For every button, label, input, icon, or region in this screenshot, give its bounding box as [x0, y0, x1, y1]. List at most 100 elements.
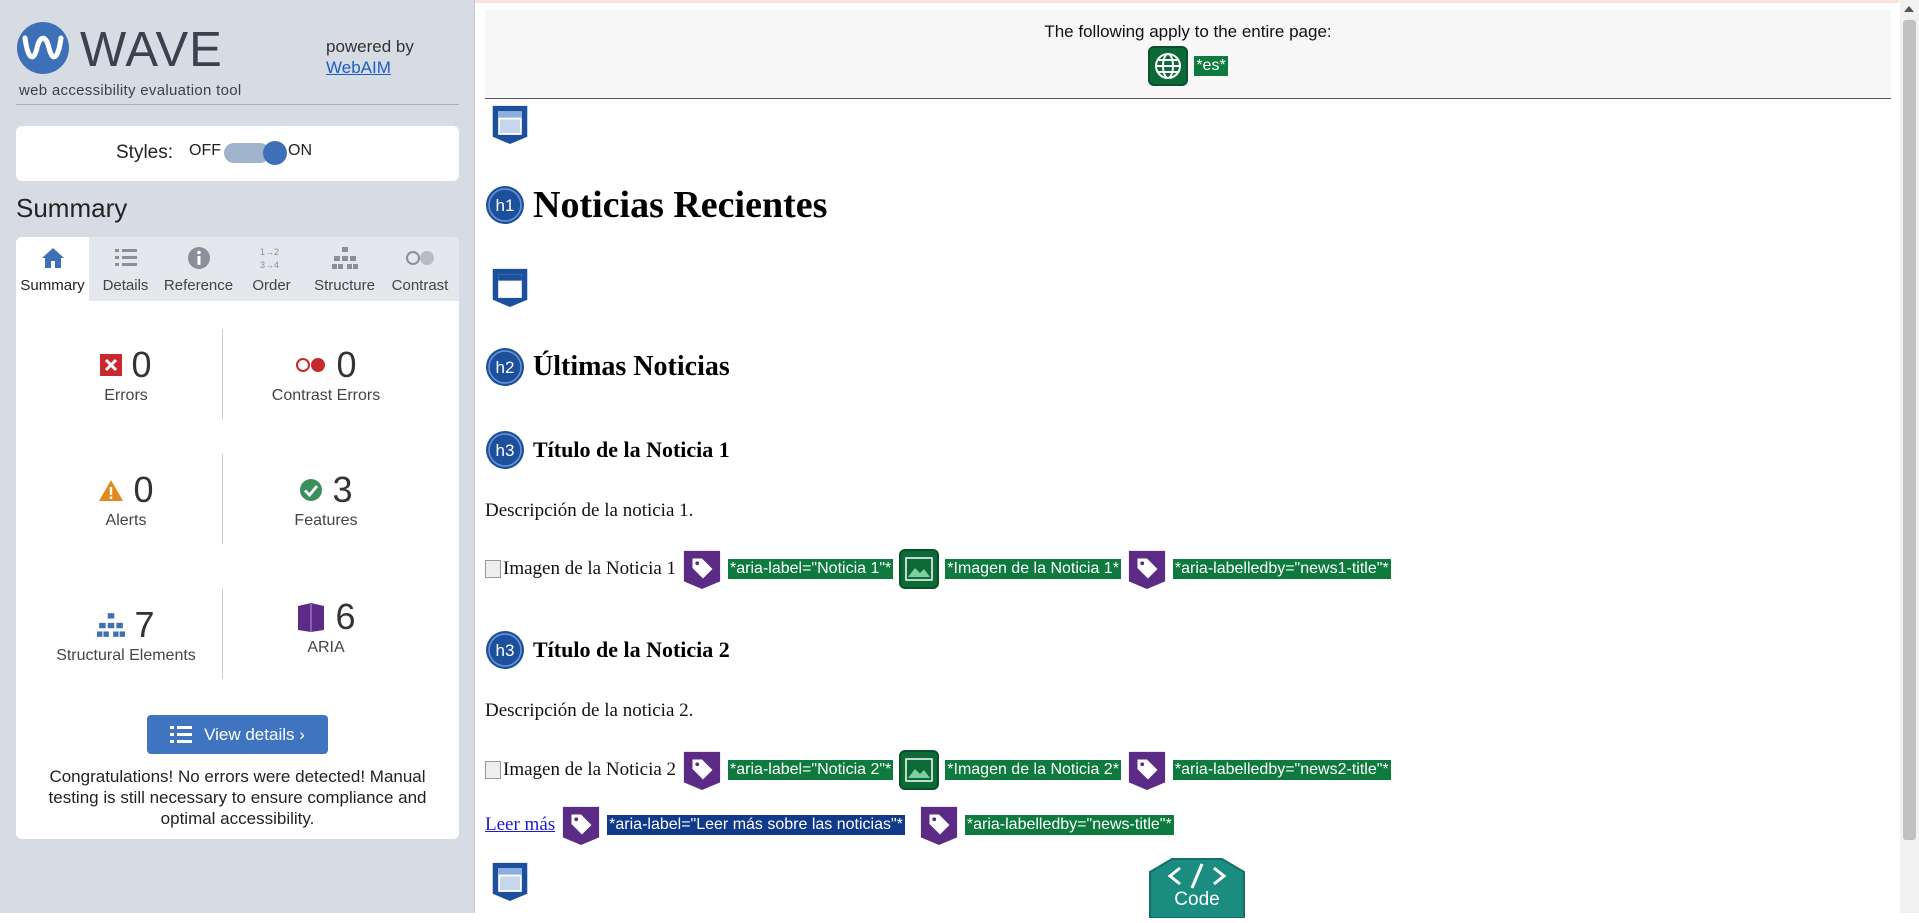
- read-more-row: Leer más *aria-label="Leer más sobre las…: [485, 805, 1174, 845]
- page-h2: Últimas Noticias: [533, 351, 730, 382]
- h2-icon[interactable]: h2: [485, 347, 525, 387]
- read-more-link[interactable]: Leer más: [485, 814, 555, 836]
- stat-contrast-errors[interactable]: 0 Contrast Errors: [226, 344, 426, 405]
- h2-row: h2 Últimas Noticias: [485, 347, 730, 387]
- tab-structure[interactable]: Structure: [308, 237, 381, 301]
- wave-logo-text: WAVE: [80, 23, 223, 77]
- news1-title: Título de la Noticia 1: [533, 437, 730, 462]
- region-icon[interactable]: [490, 861, 530, 901]
- webaim-link[interactable]: WebAIM: [326, 58, 391, 77]
- news2-image-row: Imagen de la Noticia 2 *aria-label="Noti…: [485, 750, 1391, 790]
- tab-order-label: Order: [252, 277, 291, 294]
- stat-features[interactable]: 3 Features: [226, 469, 426, 530]
- aria-labelledby-tag-icon[interactable]: [919, 805, 959, 845]
- tab-contrast-label: Contrast: [391, 277, 449, 294]
- list-icon: [89, 245, 162, 271]
- stat-aria[interactable]: 6 ARIA: [226, 596, 426, 657]
- news1-image-row: Imagen de la Noticia 1 *aria-label="Noti…: [485, 549, 1391, 589]
- svg-text:h2: h2: [496, 358, 515, 377]
- wave-logo-area: WAVE web accessibility evaluation tool p…: [16, 18, 456, 102]
- stat-errors[interactable]: 0 Errors: [26, 344, 226, 405]
- tab-details-label: Details: [102, 277, 149, 294]
- region-icon[interactable]: [490, 267, 530, 307]
- list-icon: [170, 725, 193, 743]
- alt-text-image-icon[interactable]: [899, 750, 940, 790]
- h1-icon[interactable]: h1: [485, 185, 525, 225]
- contrast-errors-count: 0: [336, 344, 357, 385]
- stat-alerts[interactable]: 0 Alerts: [26, 469, 226, 530]
- tab-reference-label: Reference: [163, 277, 234, 294]
- tab-summary[interactable]: Summary: [16, 237, 89, 301]
- news2-description: Descripción de la noticia 2.: [485, 700, 694, 721]
- news1-img-alt: Imagen de la Noticia 1: [503, 558, 677, 579]
- scroll-up-arrow-icon[interactable]: [1904, 6, 1914, 12]
- styles-label: Styles:: [116, 142, 174, 163]
- news2-alt-badge: *Imagen de la Noticia 2*: [945, 760, 1121, 780]
- home-icon: [16, 245, 89, 271]
- structural-count: 7: [134, 604, 155, 645]
- page-h1: Noticias Recientes: [533, 184, 828, 226]
- feature-check-icon: [300, 479, 323, 501]
- h3-icon[interactable]: h3: [485, 430, 525, 470]
- page-preview: The following apply to the entire page: …: [475, 0, 1899, 919]
- tab-contrast[interactable]: Contrast: [381, 237, 459, 301]
- errors-count: 0: [131, 344, 152, 385]
- region-icon[interactable]: [490, 104, 530, 144]
- aria-labelledby-tag-icon[interactable]: [1127, 750, 1167, 790]
- contrast-error-icon: [296, 358, 326, 372]
- alert-icon: [99, 479, 124, 501]
- code-panel-tab[interactable]: Code: [1142, 858, 1252, 919]
- view-details-label: View details ›: [204, 724, 305, 744]
- tab-reference[interactable]: Reference: [162, 237, 235, 301]
- news2-broken-image: Imagen de la Noticia 2: [485, 759, 676, 781]
- wave-sidebar: WAVE web accessibility evaluation tool p…: [0, 0, 475, 913]
- summary-panel: Summary Details Reference 1→23→4 Order: [16, 237, 459, 839]
- contrast-errors-label: Contrast Errors: [271, 387, 381, 404]
- read-more-labelledby-badge: *aria-labelledby="news-title"*: [964, 815, 1174, 835]
- structural-label: Structural Elements: [56, 647, 196, 664]
- aria-icon: [298, 603, 325, 632]
- news2-labelledby-badge: *aria-labelledby="news2-title"*: [1172, 760, 1391, 780]
- news1-aria-label-badge: *aria-label="Noticia 1"*: [728, 559, 894, 579]
- view-details-button[interactable]: View details ›: [147, 715, 328, 754]
- wave-tagline: web accessibility evaluation tool: [19, 82, 242, 99]
- h3-icon[interactable]: h3: [485, 630, 525, 670]
- tab-structure-label: Structure: [314, 277, 375, 294]
- broken-image-icon: [485, 560, 501, 578]
- aria-label-tag-icon[interactable]: [561, 805, 601, 845]
- lang-badge: *es*: [1194, 56, 1228, 76]
- styles-on-label: ON: [288, 142, 312, 159]
- h3-row: h3 Título de la Noticia 2: [485, 630, 730, 670]
- banner-icons: *es*: [485, 46, 1891, 86]
- svg-text:h1: h1: [496, 196, 515, 215]
- styles-toggle-knob[interactable]: [263, 141, 287, 165]
- alerts-label: Alerts: [105, 512, 147, 529]
- scrollbar-thumb[interactable]: [1903, 20, 1916, 840]
- top-border: [475, 0, 1899, 3]
- features-count: 3: [332, 469, 353, 510]
- page-level-banner: The following apply to the entire page: …: [485, 10, 1891, 99]
- broken-image-icon: [485, 761, 501, 779]
- language-globe-icon[interactable]: [1148, 46, 1189, 86]
- styles-toggle-box: Styles: OFF ON: [16, 126, 459, 181]
- aria-label-tag-icon[interactable]: [682, 549, 722, 589]
- stat-structural[interactable]: 7 Structural Elements: [26, 604, 226, 665]
- contrast-icon: [381, 245, 459, 271]
- tab-order[interactable]: 1→2 3→4 Order: [235, 237, 308, 301]
- read-more-aria-label-badge: *aria-label="Leer más sobre las noticias…: [607, 815, 905, 835]
- tab-details[interactable]: Details: [89, 237, 162, 301]
- aria-label-tag-icon[interactable]: [682, 750, 722, 790]
- news1-alt-badge: *Imagen de la Noticia 1*: [945, 559, 1121, 579]
- logo-divider: [16, 104, 459, 105]
- aria-label: ARIA: [307, 639, 345, 656]
- news2-img-alt: Imagen de la Noticia 2: [503, 759, 677, 780]
- news2-title: Título de la Noticia 2: [533, 637, 730, 662]
- panel-tabs: Summary Details Reference 1→23→4 Order: [16, 237, 459, 301]
- errors-label: Errors: [104, 387, 148, 404]
- alt-text-image-icon[interactable]: [899, 549, 940, 589]
- features-label: Features: [294, 512, 358, 529]
- news1-broken-image: Imagen de la Noticia 1: [485, 558, 676, 580]
- powered-by: powered by WebAIM: [326, 36, 414, 78]
- structure-elements-icon: [97, 613, 126, 637]
- aria-labelledby-tag-icon[interactable]: [1127, 549, 1167, 589]
